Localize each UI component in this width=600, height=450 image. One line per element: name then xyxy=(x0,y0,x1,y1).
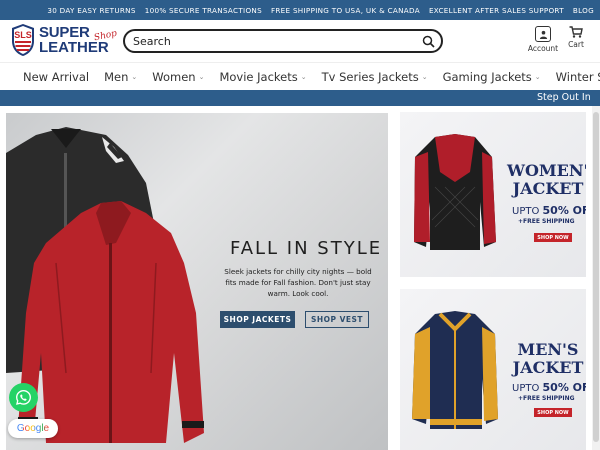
search-input[interactable] xyxy=(133,34,413,48)
logo-badge-text: SLS xyxy=(14,30,32,40)
promo-offer-value: 50% OFF xyxy=(542,381,586,394)
account-button[interactable]: Account xyxy=(526,26,560,53)
search-bar xyxy=(123,29,443,53)
chevron-down-icon: ⌄ xyxy=(534,72,541,81)
promo-offer: UPTO 50% OFF xyxy=(512,381,586,394)
hero-title: FALL IN STYLE xyxy=(230,238,383,259)
promo-offer-value: 50% OFF xyxy=(542,204,586,217)
main-nav: New Arrival Men ⌄ Women ⌄ Movie Jackets … xyxy=(0,62,600,90)
womens-jacket-image xyxy=(414,134,496,250)
page-scrollbar[interactable] xyxy=(592,106,600,450)
mens-jacket-image xyxy=(412,311,498,429)
promo-title: WOMEN'S JACKET xyxy=(507,162,586,198)
scrollbar-thumb[interactable] xyxy=(593,112,599,442)
chevron-down-icon: ⌄ xyxy=(131,72,138,81)
logo-script: Shop xyxy=(93,28,118,44)
promo-shipping: +FREE SHIPPING xyxy=(518,395,575,402)
promo-offer-prefix: UPTO xyxy=(512,206,543,217)
shop-vest-button[interactable]: SHOP VEST xyxy=(305,311,369,328)
promo-title-line2: JACKET xyxy=(512,358,584,377)
nav-label: New Arrival xyxy=(23,69,90,84)
site-header: SLS SUPER LEATHER Shop Account Cart xyxy=(0,20,600,62)
womens-jacket-promo[interactable]: WOMEN'S JACKET UPTO 50% OFF +FREE SHIPPI… xyxy=(400,112,586,277)
promo-shipping: +FREE SHIPPING xyxy=(518,218,575,225)
nav-item-new-arrival[interactable]: New Arrival xyxy=(23,70,89,84)
chevron-down-icon: ⌄ xyxy=(198,72,205,81)
nav-item-tv-series-jackets[interactable]: Tv Series Jackets ⌄ xyxy=(322,70,428,84)
promo-offer-prefix: UPTO xyxy=(512,383,543,394)
blog-link[interactable]: BLOG xyxy=(573,6,594,15)
promo-offer: UPTO 50% OFF xyxy=(512,204,586,217)
announcement-bar: 30 DAY EASY RETURNS 100% SECURE TRANSACT… xyxy=(0,0,600,20)
nav-item-women[interactable]: Women ⌄ xyxy=(152,70,204,84)
whatsapp-button[interactable] xyxy=(9,383,38,412)
cart-icon xyxy=(569,26,583,38)
promo-title-line1: WOMEN'S xyxy=(507,161,586,180)
cart-label: Cart xyxy=(568,40,584,49)
announcement-shipping[interactable]: FREE SHIPPING TO USA, UK & CANADA xyxy=(271,6,420,15)
announcement-support[interactable]: EXCELLENT AFTER SALES SUPPORT xyxy=(429,6,564,15)
nav-label: Movie Jackets xyxy=(219,69,298,84)
nav-item-men[interactable]: Men ⌄ xyxy=(104,70,137,84)
logo-shield-icon: SLS xyxy=(12,24,34,56)
hero-subtitle: Sleek jackets for chilly city nights — b… xyxy=(224,267,372,298)
promo-title: MEN'S JACKET xyxy=(507,341,586,377)
chevron-down-icon: ⌄ xyxy=(421,72,428,81)
whatsapp-icon xyxy=(16,390,31,405)
nav-label: Gaming Jackets xyxy=(442,69,532,84)
shop-now-button[interactable]: SHOP NOW xyxy=(534,233,572,242)
promo-ticker: Step Out In xyxy=(0,90,600,106)
search-icon[interactable] xyxy=(422,35,435,48)
account-label: Account xyxy=(527,44,559,53)
site-logo[interactable]: SLS SUPER LEATHER Shop xyxy=(10,23,118,59)
cart-button[interactable]: Cart xyxy=(563,26,589,49)
nav-label: Women xyxy=(152,69,196,84)
nav-item-movie-jackets[interactable]: Movie Jackets ⌄ xyxy=(219,70,306,84)
nav-label: Men xyxy=(104,69,129,84)
nav-label: Winter Sale xyxy=(555,69,600,84)
shop-now-button[interactable]: SHOP NOW xyxy=(534,408,572,417)
google-reviews-badge[interactable]: Google xyxy=(8,419,58,438)
google-label: Google xyxy=(16,423,50,434)
promo-title-line2: JACKET xyxy=(512,179,584,198)
hero-banner[interactable]: FALL IN STYLE Sleek jackets for chilly c… xyxy=(6,113,388,450)
ticker-text: Step Out In xyxy=(537,92,591,103)
shop-jackets-button[interactable]: SHOP JACKETS xyxy=(220,311,295,328)
chevron-down-icon: ⌄ xyxy=(300,72,307,81)
mens-jacket-promo[interactable]: MEN'S JACKET UPTO 50% OFF +FREE SHIPPING… xyxy=(400,289,586,450)
announcement-secure[interactable]: 100% SECURE TRANSACTIONS xyxy=(145,6,262,15)
user-icon xyxy=(535,26,551,42)
nav-item-winter-sale[interactable]: Winter Sale xyxy=(556,70,600,84)
nav-item-gaming-jackets[interactable]: Gaming Jackets ⌄ xyxy=(443,70,541,84)
nav-label: Tv Series Jackets xyxy=(321,69,419,84)
announcement-returns[interactable]: 30 DAY EASY RETURNS xyxy=(47,6,135,15)
promo-title-line1: MEN'S xyxy=(517,340,579,359)
